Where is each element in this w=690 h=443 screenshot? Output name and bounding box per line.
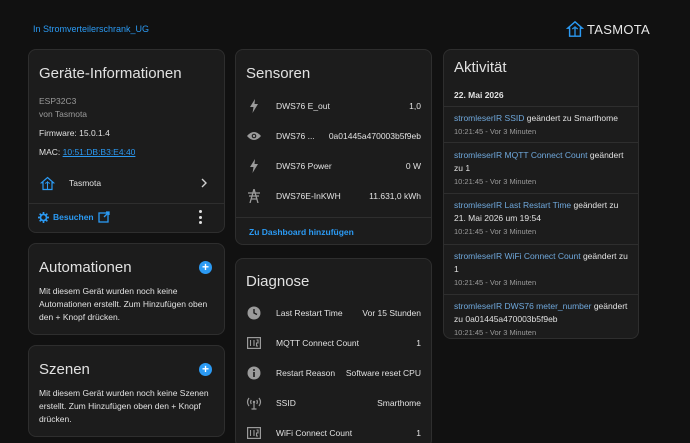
diagnostic-value: 1: [416, 428, 421, 438]
counter-icon: [246, 335, 262, 351]
sensor-row[interactable]: DWS76E-InKWH 11.631,0 kWh: [236, 181, 431, 211]
visit-button[interactable]: Besuchen: [38, 208, 110, 226]
activity-entity[interactable]: stromleserIR Last Restart Time: [454, 200, 571, 210]
sensor-row[interactable]: DWS76 Power 0 W: [236, 151, 431, 181]
diagnostic-row[interactable]: WiFi Connect Count 1: [236, 418, 431, 443]
automations-text: Mit diesem Gerät wurden noch keine Autom…: [39, 286, 208, 322]
add-scene-button[interactable]: +: [199, 363, 212, 376]
brand-logo: TASMOTA: [566, 20, 650, 38]
visit-label: Besuchen: [53, 212, 94, 222]
device-info-card: Geräte-Informationen ESP32C3 von Tasmota…: [28, 49, 225, 233]
activity-entity[interactable]: stromleserIR WiFi Connect Count: [454, 251, 581, 261]
activity-entity[interactable]: stromleserIR SSID: [454, 113, 524, 123]
diagnostic-row[interactable]: Restart Reason Software reset CPU: [236, 358, 431, 388]
diagnostic-name: Restart Reason: [276, 368, 336, 378]
sensor-name: DWS76 ...: [276, 131, 315, 141]
counter-icon: [246, 425, 262, 441]
diagnostic-name: MQTT Connect Count: [276, 338, 359, 348]
diagnostic-name: WiFi Connect Count: [276, 428, 353, 438]
clock-icon: [246, 305, 262, 321]
mac-label: MAC:: [39, 147, 63, 157]
activity-entity[interactable]: stromleserIR DWS76 meter_number: [454, 301, 591, 311]
transmission-tower-icon: [246, 188, 262, 204]
device-model: ESP32C3: [39, 96, 77, 106]
flash-icon: [246, 158, 262, 174]
wifi-antenna-icon: [246, 395, 262, 411]
scenes-title: Szenen: [39, 361, 90, 378]
more-options-icon[interactable]: [198, 210, 202, 224]
diagnostic-name: Last Restart Time: [276, 308, 343, 318]
activity-item[interactable]: stromleserIR MQTT Connect Count geändert…: [454, 149, 630, 188]
automations-card: Automationen + Mit diesem Gerät wurden n…: [28, 243, 225, 335]
activity-entity[interactable]: stromleserIR MQTT Connect Count: [454, 150, 588, 160]
diagnostic-value: Software reset CPU: [345, 368, 421, 378]
sensors-card: Sensoren DWS76 E_out 1,0 DWS76 ... 0a014…: [235, 49, 432, 245]
sensor-name: DWS76 Power: [276, 161, 332, 171]
diagnostic-row[interactable]: Last Restart Time Vor 15 Stunden: [236, 298, 431, 328]
sensor-value: 1,0: [409, 101, 421, 111]
activity-item[interactable]: stromleserIR Last Restart Time geändert …: [454, 199, 630, 238]
activity-time: 10:21:45 - Vor 3 Minuten: [454, 177, 537, 186]
open-external-icon: [97, 211, 110, 223]
sensors-title: Sensoren: [246, 65, 311, 82]
sensor-row[interactable]: DWS76 ... 0a01445a470003b5f9eb: [236, 121, 431, 151]
activity-time: 10:21:45 - Vor 3 Minuten: [454, 127, 537, 136]
sensor-name: DWS76 E_out: [276, 101, 330, 111]
diagnostic-value: Vor 15 Stunden: [362, 308, 421, 318]
eye-icon: [246, 128, 262, 144]
activity-date: 22. Mai 2026: [454, 90, 504, 100]
device-firmware: Firmware: 15.0.1.4: [39, 128, 110, 138]
info-icon: [246, 365, 262, 381]
device-mac: MAC: 10:51:DB:B3:E4:40: [39, 147, 135, 157]
tasmota-logo-icon: [566, 20, 584, 37]
activity-title: Aktivität: [454, 59, 507, 76]
diagnostic-name: SSID: [276, 398, 296, 408]
add-to-dashboard-link[interactable]: Zu Dashboard hinzufügen: [249, 227, 354, 237]
flash-icon: [246, 98, 262, 114]
diagnostic-value: Smarthome: [377, 398, 421, 408]
activity-item[interactable]: stromleserIR WiFi Connect Count geändert…: [454, 250, 630, 289]
activity-time: 10:21:45 - Vor 3 Minuten: [454, 227, 537, 236]
tasmota-integration-icon: [40, 176, 55, 191]
diagnostic-value: 1: [416, 338, 421, 348]
scenes-text: Mit diesem Gerät wurden noch keine Szene…: [39, 388, 209, 424]
gear-icon: [38, 211, 49, 223]
scenes-card: Szenen + Mit diesem Gerät wurden noch ke…: [28, 345, 225, 437]
diagnostic-row[interactable]: MQTT Connect Count 1: [236, 328, 431, 358]
activity-item[interactable]: stromleserIR SSID geändert zu Smarthome …: [454, 112, 630, 138]
diagnostics-card: Diagnose Last Restart Time Vor 15 Stunde…: [235, 258, 432, 443]
integration-name: Tasmota: [69, 178, 102, 188]
sensor-value: 0a01445a470003b5f9eb: [328, 131, 421, 141]
diagnostics-title: Diagnose: [246, 273, 310, 290]
activity-card: Aktivität 22. Mai 2026 stromleserIR SSID…: [443, 49, 639, 339]
activity-time: 10:21:45 - Vor 3 Minuten: [454, 328, 537, 337]
activity-item[interactable]: stromleserIR DWS76 meter_number geändert…: [454, 300, 630, 338]
sensor-value: 0 W: [405, 161, 421, 171]
sensor-name: DWS76E-InKWH: [276, 191, 341, 201]
integration-row[interactable]: Tasmota: [29, 170, 224, 196]
device-info-title: Geräte-Informationen: [39, 65, 182, 82]
automations-title: Automationen: [39, 259, 132, 276]
activity-time: 10:21:45 - Vor 3 Minuten: [454, 278, 537, 287]
device-manufacturer: von Tasmota: [39, 109, 88, 119]
diagnostic-row[interactable]: SSID Smarthome: [236, 388, 431, 418]
brand-name: TASMOTA: [587, 21, 651, 37]
add-automation-button[interactable]: +: [199, 261, 212, 274]
chevron-right-icon: [201, 178, 207, 188]
mac-link[interactable]: 10:51:DB:B3:E4:40: [63, 147, 136, 157]
breadcrumb[interactable]: In Stromverteilerschrank_UG: [33, 24, 149, 34]
sensor-row[interactable]: DWS76 E_out 1,0: [236, 91, 431, 121]
sensor-value: 11.631,0 kWh: [369, 191, 421, 201]
activity-text: geändert zu Smarthome: [524, 113, 618, 123]
